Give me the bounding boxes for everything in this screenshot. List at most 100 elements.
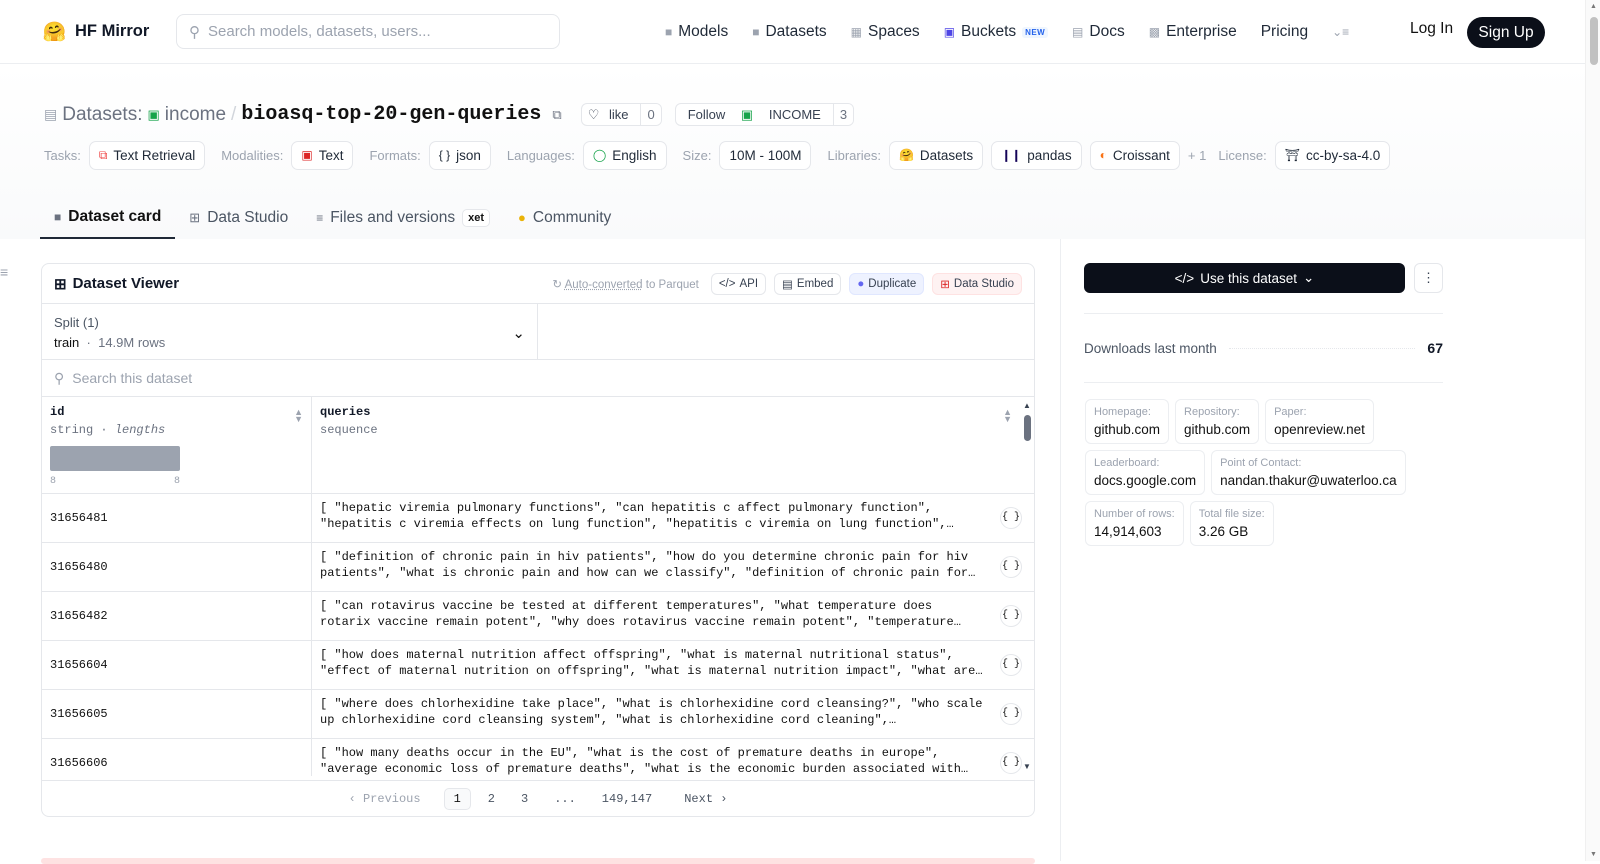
table-scrollbar[interactable]: ▲ ▼ (1020, 399, 1034, 773)
embed-button[interactable]: ▤ Embed (774, 272, 842, 295)
nav-buckets-label: Buckets (961, 23, 1017, 40)
nav-pricing[interactable]: Pricing (1261, 23, 1308, 41)
split-select[interactable]: Split (1) train · 14.9M rows ⌄ (42, 304, 538, 359)
page-1-button[interactable]: 1 (443, 787, 471, 810)
like-button[interactable]: ♡ like 0 (580, 103, 662, 126)
json-view-icon[interactable]: { } (1000, 507, 1022, 529)
contact-card[interactable]: Point of Contact: nandan.thakur@uwaterloo… (1211, 450, 1406, 495)
tag-size[interactable]: 10M - 100M (719, 140, 812, 170)
cell-queries: [ "how many deaths occur in the EU", "wh… (312, 739, 1034, 776)
card-preview-edge (41, 858, 1035, 864)
scroll-thumb[interactable] (1024, 415, 1031, 441)
tag-modality-label: Text (318, 147, 344, 163)
card-value: github.com (1184, 422, 1251, 437)
org-link[interactable]: income (165, 104, 226, 126)
sort-icon[interactable]: ▲ ▼ (294, 408, 303, 424)
cell-id: 31656482 (42, 592, 312, 640)
copy-icon[interactable]: ⧉ (552, 107, 561, 123)
nav-buckets[interactable]: ▣ Buckets NEW (944, 23, 1049, 41)
page-2-button[interactable]: 2 (479, 789, 504, 809)
page-last-button[interactable]: 149,147 (593, 789, 661, 809)
scroll-up-icon[interactable]: ▲ (1023, 401, 1031, 410)
rows-card: Number of rows: 14,914,603 (1085, 501, 1184, 546)
tag-task[interactable]: ⧉ Text Retrieval (88, 140, 206, 170)
column-header-queries[interactable]: queries sequence ▲ ▼ (312, 397, 1034, 493)
cell-queries: [ "hepatic viremia pulmonary functions",… (312, 494, 1034, 542)
use-dataset-button[interactable]: </> Use this dataset ⌄ (1084, 263, 1405, 293)
col-queries-type: sequence (320, 423, 378, 437)
nav-docs[interactable]: ▤ Docs (1072, 23, 1125, 41)
api-label: API (739, 277, 759, 290)
homepage-card[interactable]: Homepage: github.com (1085, 399, 1170, 444)
prev-page-button[interactable]: ‹ Previous (340, 789, 430, 809)
tag-format[interactable]: { } json (428, 140, 491, 170)
follow-button[interactable]: Follow ▣ INCOME 3 (674, 103, 855, 126)
global-search-input[interactable]: ⚲ Search models, datasets, users... (176, 14, 560, 49)
tab-community[interactable]: ● Community (504, 196, 625, 239)
cell-id: 31656604 (42, 641, 312, 689)
json-view-icon[interactable]: { } (1000, 752, 1022, 774)
repo-tabs: ■ Dataset card ⊞ Data Studio ≡ Files and ve… (40, 196, 625, 239)
paper-card[interactable]: Paper: openreview.net (1265, 399, 1374, 444)
sort-icon[interactable]: ▲ ▼ (1003, 408, 1012, 424)
tab-data-studio[interactable]: ⊞ Data Studio (175, 196, 302, 239)
table-row[interactable]: 31656482 [ "can rotavirus vaccine be test… (42, 592, 1034, 641)
json-view-icon[interactable]: { } (1000, 654, 1022, 676)
database-icon: ▤ (44, 106, 58, 122)
tag-lib-more[interactable]: + 1 (1188, 148, 1206, 163)
site-logo[interactable]: 🤗 HF Mirror (42, 19, 150, 44)
signup-button[interactable]: Sign Up (1467, 17, 1545, 48)
tag-license[interactable]: ⛩ cc-by-sa-4.0 (1274, 140, 1391, 170)
page-scroll-thumb[interactable] (1590, 17, 1598, 65)
nav-enterprise[interactable]: ▩ Enterprise (1149, 23, 1237, 41)
tag-language[interactable]: ◯ English (582, 140, 667, 170)
tab-data-studio-label: Data Studio (207, 208, 289, 226)
scroll-up-icon[interactable]: ▲ (1590, 3, 1597, 10)
nav-docs-label: Docs (1089, 23, 1125, 40)
embed-label: Embed (796, 277, 834, 290)
column-header-id[interactable]: id string · lengths ▲ ▼ 88 (42, 397, 312, 493)
tag-modality[interactable]: ▣ Text (291, 140, 354, 170)
duplicate-label: Duplicate (868, 277, 917, 290)
cell-id: 31656605 (42, 690, 312, 738)
length-histogram-bar[interactable] (50, 446, 180, 471)
auto-converted-link[interactable]: Auto-converted (565, 279, 643, 291)
table-row[interactable]: 31656604 [ "how does maternal nutrition a… (42, 641, 1034, 690)
duplicate-button[interactable]: ● Duplicate (849, 272, 925, 295)
json-view-icon[interactable]: { } (1000, 703, 1022, 725)
more-options-button[interactable]: ⋮ (1414, 263, 1443, 293)
page-3-button[interactable]: 3 (512, 789, 537, 809)
dataset-search-input[interactable]: ⚲ Search this dataset (42, 360, 1034, 397)
next-page-button[interactable]: Next › (675, 789, 736, 809)
tab-dataset-card[interactable]: ■ Dataset card (40, 196, 176, 239)
scroll-down-icon[interactable]: ▼ (1023, 762, 1031, 771)
json-view-icon[interactable]: { } (1000, 605, 1022, 627)
nav-spaces[interactable]: ▦ Spaces (851, 23, 920, 41)
table-row[interactable]: 31656480 [ "definition of chronic pain in… (42, 543, 1034, 592)
nav-models[interactable]: ■ Models (665, 23, 728, 41)
data-studio-button[interactable]: ⊞ Data Studio (932, 272, 1022, 295)
tag-lib-pandas[interactable]: ❙❙ pandas (991, 140, 1082, 170)
nav-more-menu[interactable]: ⌄≡ (1332, 25, 1349, 39)
login-button[interactable]: Log In (1410, 20, 1453, 38)
tab-files-label: Files and versions (330, 208, 456, 226)
table-row[interactable]: 31656606 [ "how many deaths occur in the … (42, 739, 1034, 776)
repository-card[interactable]: Repository: github.com (1175, 399, 1260, 444)
scroll-down-icon[interactable]: ▼ (1590, 851, 1597, 858)
api-button[interactable]: </> API (710, 272, 767, 295)
tag-lib-datasets[interactable]: 🤗 Datasets (888, 140, 984, 170)
json-view-icon[interactable]: { } (1000, 556, 1022, 578)
table-row[interactable]: 31656481 [ "hepatic viremia pulmonary fun… (42, 494, 1034, 543)
section-label[interactable]: Datasets: (62, 104, 142, 126)
leaderboard-card[interactable]: Leaderboard: docs.google.com (1085, 450, 1206, 495)
tab-files[interactable]: ≡ Files and versions xet (302, 196, 504, 239)
repo-name[interactable]: bioasq-top-20-gen-queries (241, 103, 541, 126)
nav-datasets[interactable]: ■ Datasets (752, 23, 826, 41)
table-header: id string · lengths ▲ ▼ 88 queries sequen… (42, 397, 1034, 494)
tag-lib-croissant[interactable]: ◐ Croissant (1089, 140, 1180, 170)
page-scrollbar[interactable]: ▲ ▼ (1585, 0, 1600, 861)
tag-format-label: json (456, 147, 481, 163)
hist-min: 8 (50, 476, 57, 487)
toc-toggle-icon[interactable]: ≡ (0, 264, 8, 280)
table-row[interactable]: 31656605 [ "where does chlorhexidine take… (42, 690, 1034, 739)
